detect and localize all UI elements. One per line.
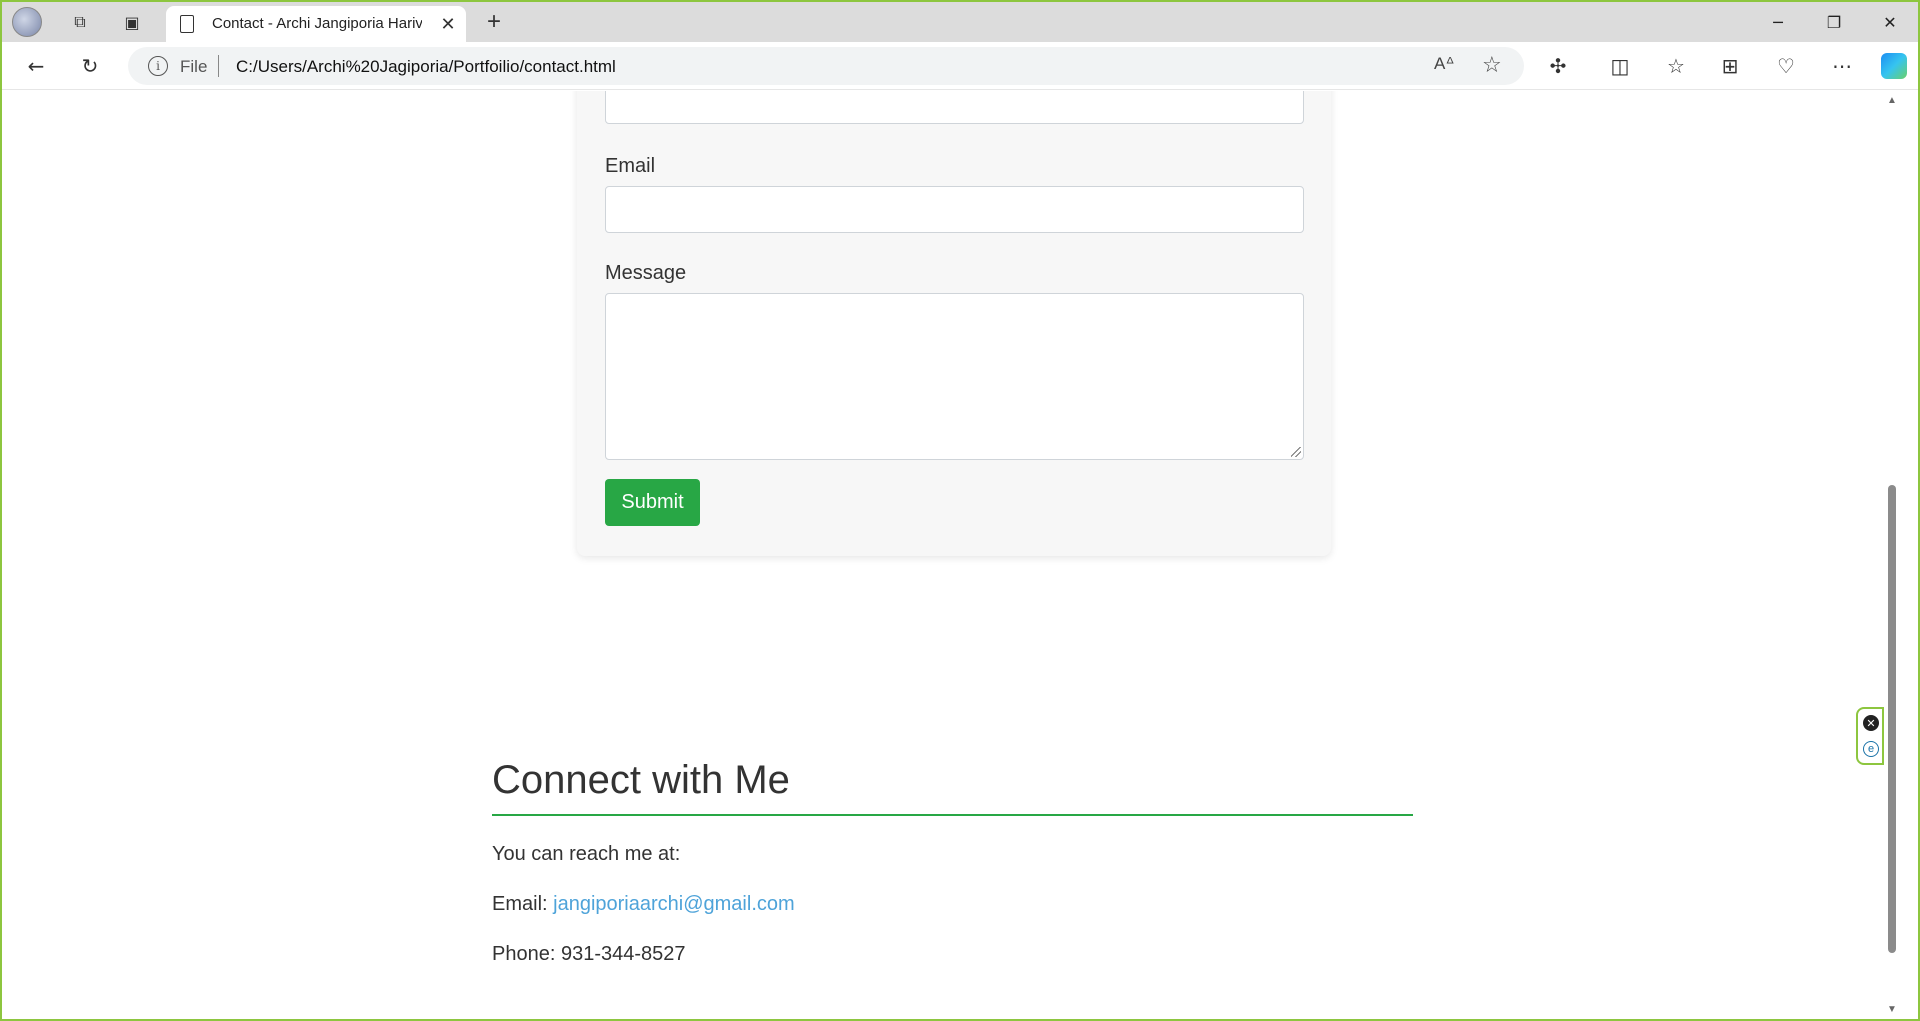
- connect-heading: Connect with Me: [492, 758, 790, 802]
- edge-icon[interactable]: e: [1863, 741, 1879, 757]
- more-icon[interactable]: ⋯: [1826, 50, 1858, 82]
- extensions-icon[interactable]: ✣: [1542, 50, 1574, 82]
- message-label: Message: [605, 262, 687, 284]
- profile-avatar-icon[interactable]: [12, 7, 42, 37]
- address-scheme-label: File: [180, 57, 208, 76]
- favorite-star-icon[interactable]: ☆: [1482, 52, 1502, 78]
- refresh-icon[interactable]: ↻: [74, 50, 106, 82]
- window-close-icon[interactable]: ✕: [1862, 2, 1918, 42]
- plus-icon[interactable]: +: [480, 8, 508, 36]
- tab-strip: ⧉ ▣ Contact - Archi Jangiporia Hariva ✕ …: [2, 2, 1918, 42]
- scroll-thumb[interactable]: [1888, 485, 1896, 953]
- url-text[interactable]: C:/Users/Archi%20Jagiporia/Portfoilio/co…: [236, 57, 616, 77]
- email-prefix: Email:: [492, 893, 548, 915]
- side-widget: ✕ e: [1856, 707, 1884, 765]
- address-bar[interactable]: i File C:/Users/Archi%20Jagiporia/Portfo…: [128, 47, 1524, 85]
- email-line: Email: jangiporiaarchi@gmail.com: [492, 893, 795, 916]
- tab-contact[interactable]: Contact - Archi Jangiporia Hariva ✕: [166, 6, 466, 42]
- scroll-up-icon[interactable]: ▲: [1887, 95, 1897, 106]
- name-field[interactable]: [605, 91, 1304, 124]
- minimize-icon[interactable]: ─: [1750, 2, 1806, 42]
- page-viewport: Email Message Submit Connect with Me You…: [4, 91, 1900, 1019]
- vertical-scrollbar[interactable]: ▲ ▼: [1884, 91, 1900, 1019]
- address-separator: [218, 55, 219, 77]
- connect-intro: You can reach me at:: [492, 843, 681, 865]
- resize-grip-icon[interactable]: [1291, 447, 1301, 457]
- collections-icon[interactable]: ⊞: [1714, 50, 1746, 82]
- copilot-icon[interactable]: [1881, 53, 1907, 79]
- info-icon[interactable]: i: [148, 56, 168, 76]
- vertical-tabs-icon[interactable]: ▣: [118, 8, 146, 36]
- split-screen-icon[interactable]: ◫: [1604, 50, 1636, 82]
- contact-form-card: Email Message Submit: [577, 91, 1331, 556]
- workspaces-icon[interactable]: ⧉: [66, 8, 94, 36]
- back-icon[interactable]: ←: [20, 50, 52, 82]
- restore-icon[interactable]: ❐: [1806, 2, 1862, 42]
- browser-window: ⧉ ▣ Contact - Archi Jangiporia Hariva ✕ …: [0, 0, 1920, 1021]
- document-icon: [180, 15, 194, 33]
- phone-line: Phone: 931-344-8527: [492, 943, 686, 965]
- close-icon[interactable]: ✕: [436, 12, 460, 36]
- tab-title: Contact - Archi Jangiporia Hariva: [212, 15, 422, 32]
- browser-essentials-icon[interactable]: ♡: [1770, 50, 1802, 82]
- message-field[interactable]: [605, 293, 1304, 460]
- connect-divider: [492, 814, 1413, 816]
- favorites-icon[interactable]: ☆: [1660, 50, 1692, 82]
- read-aloud-icon[interactable]: Aᐞ: [1434, 54, 1455, 74]
- close-circle-icon[interactable]: ✕: [1863, 715, 1879, 731]
- email-field[interactable]: [605, 186, 1304, 233]
- browser-toolbar: ← ↻ i File C:/Users/Archi%20Jagiporia/Po…: [2, 42, 1918, 90]
- email-label: Email: [605, 155, 656, 177]
- scroll-down-icon[interactable]: ▼: [1887, 1004, 1897, 1015]
- email-link[interactable]: jangiporiaarchi@gmail.com: [553, 893, 795, 915]
- submit-button[interactable]: Submit: [605, 479, 700, 526]
